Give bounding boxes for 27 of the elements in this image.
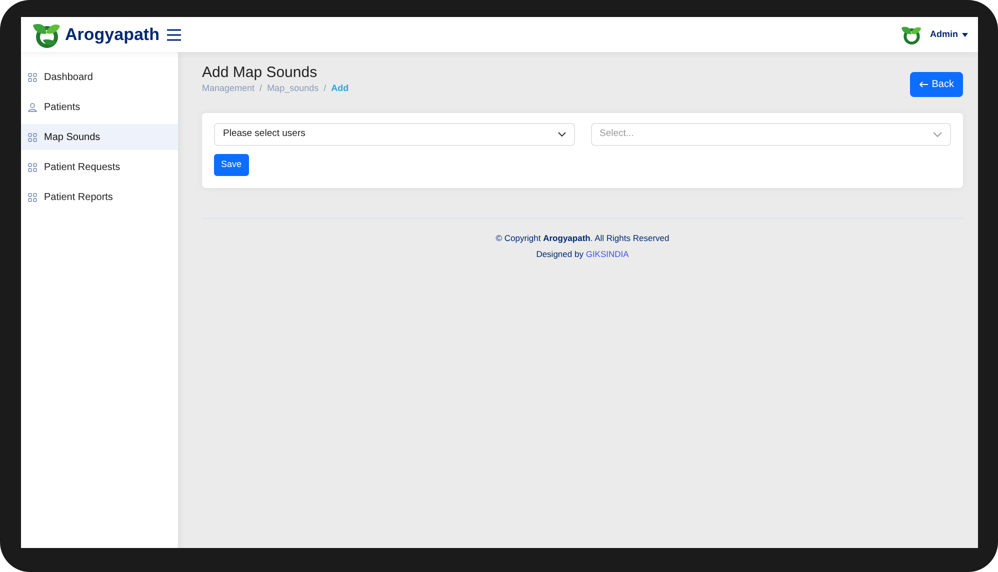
- grid-icon: [28, 192, 37, 202]
- menu-icon[interactable]: [167, 28, 182, 40]
- designer-link[interactable]: GIKSINDIA: [586, 249, 629, 260]
- brand-name[interactable]: Arogyapath: [65, 22, 160, 48]
- save-button[interactable]: Save: [214, 154, 249, 176]
- caret-icon[interactable]: [962, 32, 968, 36]
- sidebar-item[interactable]: Patient Requests: [21, 154, 178, 180]
- arrow-left-icon: [918, 81, 928, 88]
- sidebar-item[interactable]: Patient Reports: [21, 184, 178, 210]
- sidebar-item[interactable]: Dashboard: [21, 64, 178, 90]
- chevron-icon: [558, 132, 566, 137]
- sidebar-item[interactable]: Patients: [21, 94, 178, 120]
- breadcrumb-separator: /: [260, 82, 262, 95]
- person-icon: [28, 102, 37, 112]
- sidebar-item[interactable]: Map Sounds: [21, 124, 178, 150]
- breadcrumb-separator: /: [324, 82, 326, 95]
- designed-by-text: Designed by GIKSINDIA: [535, 248, 630, 261]
- back-button[interactable]: Back: [910, 72, 963, 97]
- user-menu[interactable]: Admin: [930, 28, 958, 42]
- breadcrumb-item: Add: [331, 82, 349, 95]
- users-select[interactable]: Please select users: [214, 123, 574, 146]
- page-title: Add Map Sounds: [202, 64, 318, 82]
- grid-icon: [28, 162, 37, 172]
- chevron-icon: [933, 132, 942, 137]
- grid-icon: [28, 132, 37, 142]
- grid-icon: [28, 72, 37, 82]
- copyright-text: © Copyright Arogyapath. All Rights Reserved: [494, 232, 670, 244]
